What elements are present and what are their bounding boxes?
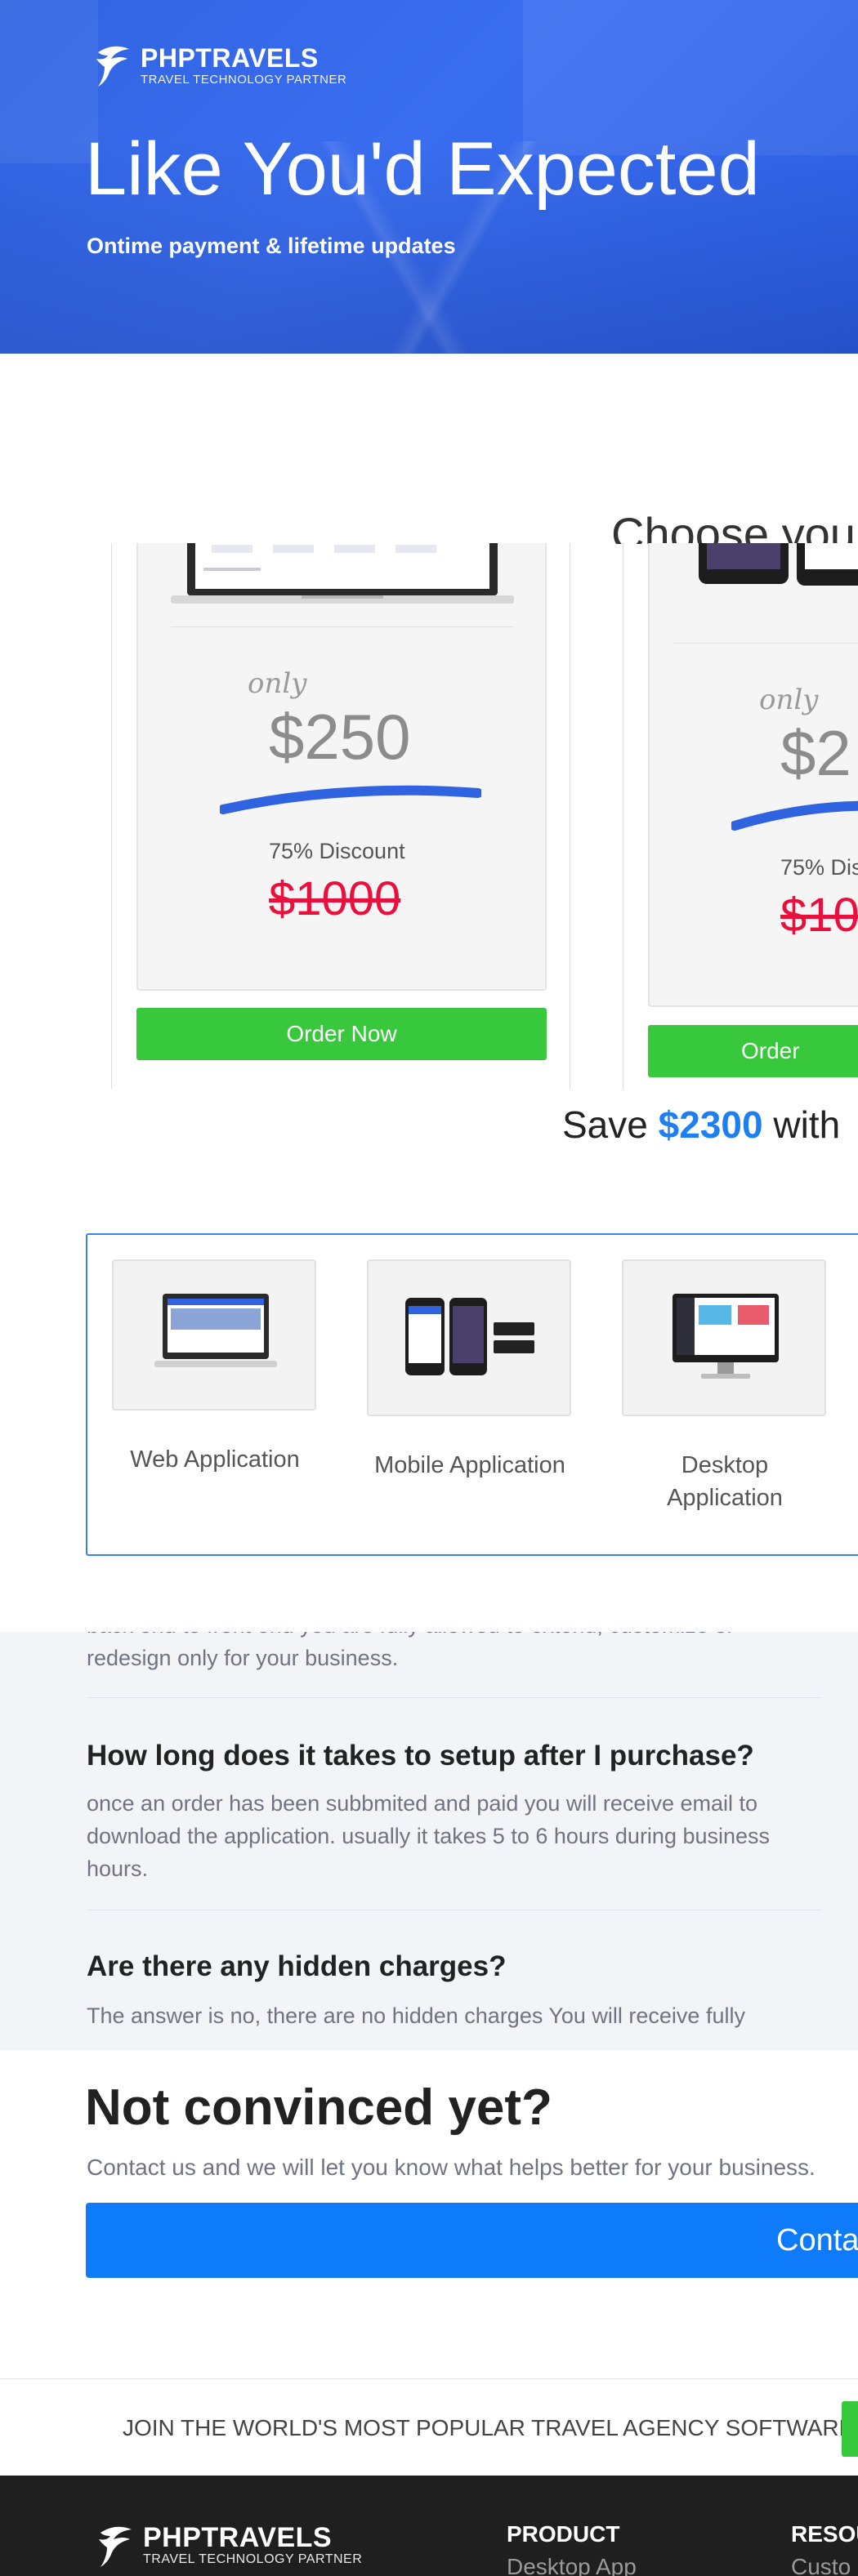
brand-name: PHPTRAVELS xyxy=(141,42,319,73)
app-item-web[interactable]: Web Application xyxy=(112,1259,318,1476)
mobile-screenshot-icon xyxy=(699,543,858,586)
footer: PHPTRAVELS TRAVEL TECHNOLOGY PARTNER PRO… xyxy=(0,2476,858,2576)
app-label: Mobile Application xyxy=(374,1452,565,1478)
faq-answer-partial: back end to front end you are fully allo… xyxy=(87,1632,838,1642)
order-now-button[interactable]: Order xyxy=(648,1025,858,1077)
contact-us-button[interactable]: Conta xyxy=(86,2203,858,2278)
plan-old-price: $1000 xyxy=(269,872,401,925)
plan-price: $250 xyxy=(269,701,411,773)
footer-brand-logo[interactable]: PHPTRAVELS TRAVEL TECHNOLOGY PARTNER xyxy=(94,2521,362,2570)
contact-subtitle: Contact us and we will let you know what… xyxy=(87,2155,816,2180)
app-thumbnail xyxy=(112,1259,316,1411)
join-strip: JOIN THE WORLD'S MOST POPULAR TRAVEL AGE… xyxy=(0,2378,858,2476)
faq-answer-partial: redesign only for your business. xyxy=(87,1646,399,1670)
plan-card: only $2 75% Dis $10 xyxy=(648,543,858,1007)
faq-answer: The answer is no, there are no hidden ch… xyxy=(87,2003,745,2028)
order-now-button[interactable]: Order Now xyxy=(136,1008,547,1060)
app-item-mobile[interactable]: Mobile Application xyxy=(367,1259,573,1482)
app-thumbnail xyxy=(367,1259,571,1416)
app-thumbnail xyxy=(622,1259,826,1416)
hero-title: Like You'd Expected xyxy=(85,127,760,211)
included-apps-box: Web Application Mobile Application Deskt… xyxy=(86,1233,858,1556)
hero-banner: PHPTRAVELS TRAVEL TECHNOLOGY PARTNER Lik… xyxy=(0,0,858,354)
brush-underline-icon xyxy=(220,785,481,814)
card-divider xyxy=(171,626,514,627)
pricing-carousel: only $250 75% Discount $1000 Order Now o… xyxy=(0,543,858,1089)
brand-tagline: TRAVEL TECHNOLOGY PARTNER xyxy=(141,72,347,87)
save-prefix: Save xyxy=(562,1103,648,1146)
join-text: JOIN THE WORLD'S MOST POPULAR TRAVEL AGE… xyxy=(123,2415,855,2440)
pricing-title: Choose your xyxy=(611,511,858,544)
footer-brand-tagline: TRAVEL TECHNOLOGY PARTNER xyxy=(143,2552,363,2566)
faq-divider xyxy=(87,1697,822,1698)
desktop-monitor-icon xyxy=(673,1294,779,1379)
save-suffix: with xyxy=(773,1103,841,1146)
pricing-plan-mobile: only $2 75% Dis $10 Order xyxy=(623,543,858,1089)
app-label: Desktop Application xyxy=(667,1452,783,1511)
plan-card: only $250 75% Discount $1000 xyxy=(136,543,547,991)
order-button-label: Order xyxy=(741,1038,800,1063)
smartphone-icon xyxy=(405,1298,534,1375)
plan-price: $2 xyxy=(780,717,851,789)
pricing-plan-web: only $250 75% Discount $1000 Order Now xyxy=(111,543,570,1089)
phptravels-logo-icon xyxy=(99,2526,132,2567)
faq-question[interactable]: Are there any hidden charges? xyxy=(87,1950,506,1983)
plan-discount: 75% Discount xyxy=(269,839,405,863)
brush-underline-icon xyxy=(731,800,858,831)
save-amount: $2300 xyxy=(658,1103,763,1146)
faq-question[interactable]: How long does it takes to setup after I … xyxy=(87,1740,754,1772)
phptravels-logo-icon xyxy=(96,46,129,87)
brand-logo-link[interactable]: PHPTRAVELS TRAVEL TECHNOLOGY PARTNER xyxy=(92,41,346,90)
faq-answer: once an order has been subbmited and pai… xyxy=(87,1791,771,1881)
footer-brand-name: PHPTRAVELS xyxy=(143,2522,333,2553)
faq-section: back end to front end you are fully allo… xyxy=(0,1632,858,2050)
contact-title: Not convinced yet? xyxy=(85,2079,552,2136)
background-building xyxy=(0,0,98,163)
hero-subtitle: Ontime payment & lifetime updates xyxy=(87,234,456,258)
save-line: Save $2300 with xyxy=(562,1103,840,1147)
price-only-label: only xyxy=(248,667,307,700)
app-label: Web Application xyxy=(130,1446,300,1473)
footer-heading-resources: RESOU xyxy=(791,2521,858,2547)
footer-link-desktop-app[interactable]: Desktop App xyxy=(507,2554,637,2576)
join-button[interactable] xyxy=(842,2401,858,2457)
laptop-screenshot-icon xyxy=(171,543,514,604)
card-divider xyxy=(674,643,858,644)
footer-heading-product: PRODUCT xyxy=(507,2521,620,2547)
laptop-icon xyxy=(154,1294,277,1367)
plan-discount: 75% Dis xyxy=(780,855,858,880)
price-only-label: only xyxy=(759,684,819,716)
plan-old-price: $10 xyxy=(780,889,858,942)
footer-link-custom[interactable]: Custo xyxy=(791,2554,851,2576)
app-item-desktop[interactable]: Desktop Application xyxy=(622,1259,828,1514)
